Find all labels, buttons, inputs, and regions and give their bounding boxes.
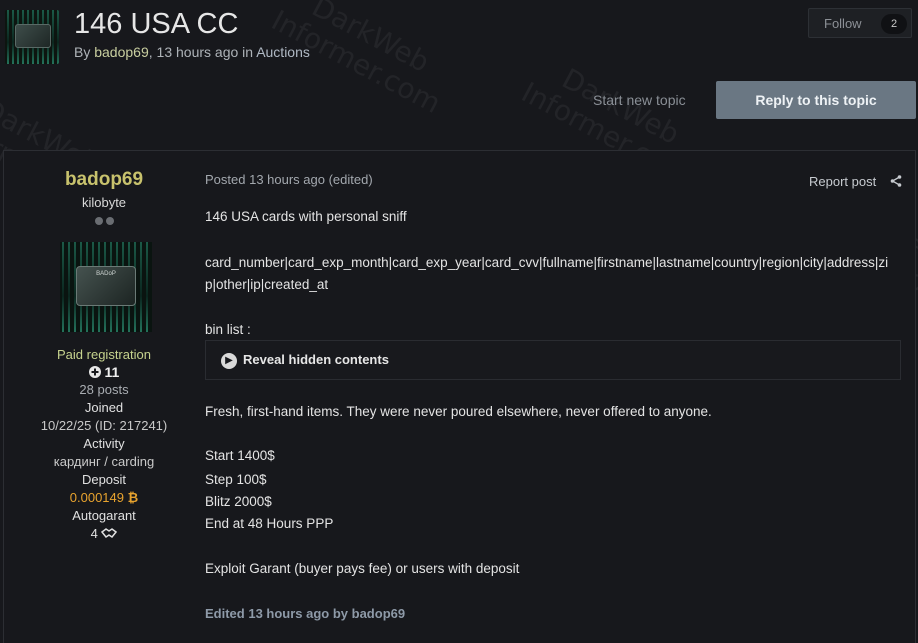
post: badop69 kilobyte BADoP Paid registration… bbox=[3, 150, 916, 643]
rank-dots bbox=[95, 217, 114, 225]
deposit-label: Deposit bbox=[81, 472, 127, 487]
reply-button[interactable]: Reply to this topic bbox=[716, 81, 916, 119]
report-post-link[interactable]: Report post bbox=[809, 174, 876, 189]
activity-value: кардинг / carding bbox=[53, 454, 155, 469]
author-name-link[interactable]: badop69 bbox=[4, 169, 204, 191]
post-date: Posted 13 hours ago (edited) bbox=[205, 172, 373, 187]
autogarant-count: 4 bbox=[90, 526, 98, 541]
credit-card-image bbox=[15, 24, 51, 48]
post-text-line: bin list : bbox=[205, 322, 251, 337]
follow-button[interactable]: Follow 2 bbox=[808, 8, 912, 38]
start-new-topic-link[interactable]: Start new topic bbox=[593, 92, 686, 108]
post-text-line: card_number|card_exp_month|card_exp_year… bbox=[205, 255, 889, 270]
autogarant-label: Autogarant bbox=[72, 508, 136, 523]
follower-count-badge: 2 bbox=[881, 14, 907, 34]
post-text-line: Fresh, first-hand items. They were never… bbox=[205, 404, 712, 419]
author-rank: kilobyte bbox=[81, 195, 127, 210]
spoiler-label: Reveal hidden contents bbox=[243, 352, 389, 367]
activity-label: Activity bbox=[83, 436, 125, 451]
joined-value: 10/22/25 (ID: 217241) bbox=[40, 418, 168, 433]
forum-link[interactable]: Auctions bbox=[256, 44, 310, 60]
post-text-line: 146 USA cards with personal sniff bbox=[205, 209, 407, 224]
reputation-value: 11 bbox=[104, 364, 120, 380]
share-icon[interactable] bbox=[890, 175, 902, 187]
plus-circle-icon bbox=[88, 366, 101, 378]
post-count: 28 posts bbox=[79, 382, 129, 397]
bitcoin-icon: ₿ bbox=[127, 490, 139, 505]
chevron-right-icon: ▶ bbox=[221, 353, 237, 369]
edited-note: Edited 13 hours ago by badop69 bbox=[205, 606, 406, 621]
follow-label: Follow bbox=[824, 16, 862, 31]
topic-time: 13 hours ago bbox=[156, 44, 239, 60]
member-group: Paid registration bbox=[57, 347, 151, 362]
page-title: 146 USA CC bbox=[74, 8, 239, 40]
spoiler-toggle[interactable]: ▶ Reveal hidden contents bbox=[205, 340, 901, 380]
post-text-line: Step 100$ bbox=[205, 472, 267, 487]
deposit-amount: 0.000149 bbox=[69, 490, 124, 505]
post-text-line: Start 1400$ bbox=[205, 448, 275, 463]
in-label: in bbox=[242, 44, 254, 60]
deposit-value: 0.000149 ₿ bbox=[4, 490, 204, 505]
topic-author-avatar[interactable] bbox=[5, 10, 59, 64]
topic-header: 146 USA CC By badop69, 13 hours ago in A… bbox=[0, 0, 918, 80]
avatar[interactable]: BADoP bbox=[60, 242, 152, 332]
topic-author-link[interactable]: badop69 bbox=[94, 44, 149, 60]
credit-card-image: BADoP bbox=[76, 266, 136, 306]
reputation: 11 bbox=[4, 364, 204, 380]
post-text-line: p|other|ip|created_at bbox=[205, 277, 329, 292]
post-text-line: End at 48 Hours PPP bbox=[205, 516, 334, 531]
by-label: By bbox=[74, 44, 91, 60]
joined-label: Joined bbox=[84, 400, 124, 415]
handshake-icon bbox=[101, 528, 118, 539]
topic-meta: By badop69, 13 hours ago in Auctions bbox=[74, 44, 310, 60]
autogarant-value: 4 bbox=[4, 526, 204, 541]
post-text-line: Exploit Garant (buyer pays fee) or users… bbox=[205, 561, 520, 576]
post-text-line: Blitz 2000$ bbox=[205, 494, 272, 509]
